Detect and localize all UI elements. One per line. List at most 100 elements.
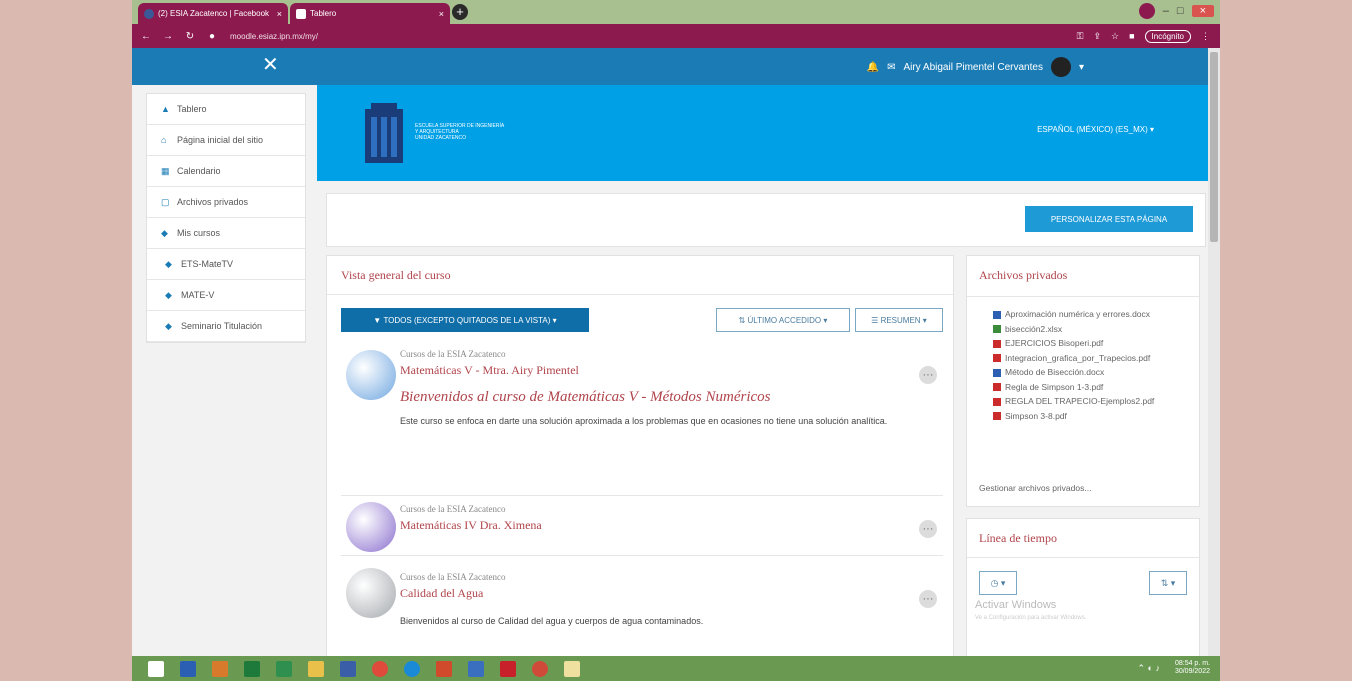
sidebar-item-label: ETS-MateTV bbox=[181, 259, 234, 269]
course-card[interactable]: Cursos de la ESIA Zacatenco Calidad del … bbox=[341, 564, 943, 664]
excel-app-icon[interactable] bbox=[244, 660, 260, 677]
chrome-icon[interactable] bbox=[532, 660, 548, 677]
file-icon: ▢ bbox=[161, 196, 170, 207]
system-clock[interactable]: 08:54 p. m. 30/09/2022 bbox=[1175, 660, 1210, 676]
star-icon[interactable]: ☆ bbox=[1111, 31, 1119, 42]
course-card[interactable]: Cursos de la ESIA Zacatenco Matemáticas … bbox=[341, 500, 943, 556]
course-menu-button[interactable]: ··· bbox=[919, 590, 937, 608]
file-item[interactable]: REGLA DEL TRAPECIO-Ejemplos2.pdf bbox=[993, 394, 1189, 409]
browser-tab-tablero[interactable]: Tablero × bbox=[290, 3, 450, 24]
app-icon[interactable] bbox=[340, 660, 356, 677]
file-item[interactable]: Integracion_grafica_por_Trapecios.pdf bbox=[993, 351, 1189, 366]
filter-dropdown[interactable]: ▼ TODOS (EXCEPTO QUITADOS DE LA VISTA) ▾ bbox=[341, 308, 589, 332]
course-menu-button[interactable]: ··· bbox=[919, 366, 937, 384]
windows-activation-watermark: Activar Windows bbox=[975, 599, 1057, 611]
browser-tab-facebook[interactable]: (2) ESIA Zacatenco | Facebook × bbox=[138, 3, 288, 24]
share-icon[interactable]: ⇪ bbox=[1093, 31, 1101, 42]
list-icon: ☰ bbox=[871, 315, 881, 325]
page-header: ESCUELA SUPERIOR DE INGENIERÍA Y ARQUITE… bbox=[317, 85, 1208, 181]
course-name[interactable]: Matemáticas IV Dra. Ximena bbox=[400, 518, 542, 533]
user-menu[interactable]: 🔔 ✉ Airy Abigail Pimentel Cervantes ▾ bbox=[867, 57, 1084, 77]
new-tab-button[interactable]: + bbox=[452, 4, 468, 20]
manage-files-link[interactable]: Gestionar archivos privados... bbox=[979, 483, 1091, 493]
back-icon[interactable]: ← bbox=[138, 31, 154, 42]
timeline-block: Línea de tiempo ◷ ▾ ⇅ ▾ Activar Windows … bbox=[966, 518, 1200, 660]
timeline-filter-button[interactable]: ◷ ▾ bbox=[979, 571, 1017, 595]
app-icon[interactable] bbox=[468, 660, 484, 677]
maximize-icon[interactable]: □ bbox=[1177, 5, 1184, 17]
chrome-icon[interactable] bbox=[372, 660, 388, 677]
block-title: Línea de tiempo bbox=[979, 531, 1057, 545]
course-category: Cursos de la ESIA Zacatenco bbox=[400, 349, 506, 359]
course-card[interactable]: Cursos de la ESIA Zacatenco Matemáticas … bbox=[341, 346, 943, 496]
sidebar-item-label: Tablero bbox=[177, 104, 207, 114]
notes-app-icon[interactable] bbox=[564, 660, 580, 677]
reload-icon[interactable]: ↻ bbox=[182, 31, 198, 42]
lock-icon: ● bbox=[208, 30, 216, 42]
acrobat-app-icon[interactable] bbox=[500, 660, 516, 677]
file-item[interactable]: bisección2.xlsx bbox=[993, 322, 1189, 337]
incognito-badge[interactable]: Incógnito bbox=[1144, 29, 1191, 43]
screen: (2) ESIA Zacatenco | Facebook × Tablero … bbox=[132, 0, 1220, 681]
forward-icon[interactable]: → bbox=[160, 31, 176, 42]
moodle-tab-icon bbox=[296, 8, 306, 19]
file-item[interactable]: Aproximación numérica y errores.docx bbox=[993, 307, 1189, 322]
sidebar-item-calendario[interactable]: ▦ Calendario bbox=[147, 156, 305, 187]
menu-icon[interactable]: ⋮ bbox=[1201, 31, 1210, 42]
sidebar-item-tablero[interactable]: ▲ Tablero bbox=[147, 94, 305, 125]
powerpoint-app-icon[interactable] bbox=[436, 660, 452, 677]
course-image[interactable] bbox=[346, 568, 396, 618]
browser-tab-bar: (2) ESIA Zacatenco | Facebook × Tablero … bbox=[132, 0, 1220, 24]
calendar-icon: ▦ bbox=[161, 165, 170, 176]
course-name[interactable]: Calidad del Agua bbox=[400, 586, 483, 601]
file-item[interactable]: Método de Bisección.docx bbox=[993, 365, 1189, 380]
course-name[interactable]: Matemáticas V - Mtra. Airy Pimentel bbox=[400, 363, 579, 378]
url-input[interactable]: moodle.esiaz.ipn.mx/my/ bbox=[230, 32, 318, 41]
user-name[interactable]: Airy Abigail Pimentel Cervantes bbox=[903, 62, 1043, 73]
sort-dropdown[interactable]: ⇅ ÚLTIMO ACCEDIDO ▾ bbox=[716, 308, 850, 332]
close-window-icon[interactable]: × bbox=[1191, 5, 1214, 17]
profile-icon[interactable] bbox=[1138, 3, 1155, 19]
course-image[interactable] bbox=[346, 502, 396, 552]
word-file-icon bbox=[993, 368, 1001, 377]
sidebar-item-archivos[interactable]: ▢ Archivos privados bbox=[147, 187, 305, 218]
sidebar-item-ets-matetv[interactable]: ◆ ETS-MateTV bbox=[147, 249, 305, 280]
minimize-icon[interactable]: – bbox=[1163, 5, 1169, 17]
view-dropdown[interactable]: ☰ RESUMEN ▾ bbox=[855, 308, 943, 332]
sidebar-item-seminario[interactable]: ◆ Seminario Titulación bbox=[147, 311, 305, 342]
avatar[interactable] bbox=[1050, 57, 1071, 77]
course-category: Cursos de la ESIA Zacatenco bbox=[400, 572, 506, 582]
course-menu-button[interactable]: ··· bbox=[919, 520, 937, 538]
tab-close-icon[interactable]: × bbox=[277, 9, 282, 19]
store-app-icon[interactable] bbox=[276, 660, 292, 677]
system-tray-icons[interactable]: ⌃ ◐ ♪ bbox=[1138, 663, 1160, 674]
bell-icon[interactable]: 🔔 bbox=[867, 62, 879, 73]
customise-page-button[interactable]: PERSONALIZAR ESTA PÁGINA bbox=[1025, 206, 1193, 232]
page-scrollbar[interactable] bbox=[1208, 48, 1220, 656]
sidebar-item-label: Seminario Titulación bbox=[181, 321, 263, 331]
close-drawer-icon[interactable]: ✕ bbox=[262, 52, 279, 76]
tab-close-icon[interactable]: × bbox=[439, 9, 444, 19]
pdf-file-icon bbox=[993, 354, 1001, 363]
timeline-sort-button[interactable]: ⇅ ▾ bbox=[1149, 571, 1187, 595]
block-title: Vista general del curso bbox=[341, 268, 451, 282]
course-image[interactable] bbox=[346, 350, 396, 400]
file-item[interactable]: Regla de Simpson 1-3.pdf bbox=[993, 380, 1189, 395]
edge-icon[interactable] bbox=[404, 660, 420, 677]
media-app-icon[interactable] bbox=[212, 660, 228, 677]
scrollbar-thumb[interactable] bbox=[1210, 52, 1218, 242]
file-explorer-icon[interactable] bbox=[308, 660, 324, 677]
file-item[interactable]: EJERCICIOS Bisoperi.pdf bbox=[993, 336, 1189, 351]
extensions-icon[interactable]: ■ bbox=[1129, 31, 1134, 41]
sidebar-item-mis-cursos[interactable]: ◆ Mis cursos bbox=[147, 218, 305, 249]
sidebar-item-inicio[interactable]: ⌂ Página inicial del sitio bbox=[147, 125, 305, 156]
key-icon[interactable]: ⚿ bbox=[1077, 31, 1084, 42]
chat-icon[interactable]: ✉ bbox=[887, 62, 895, 73]
word-app-icon[interactable] bbox=[180, 660, 196, 677]
sidebar-item-mate-v[interactable]: ◆ MATE-V bbox=[147, 280, 305, 311]
language-menu[interactable]: ESPAÑOL (MÉXICO) (ES_MX) ▾ bbox=[1037, 125, 1154, 134]
windows-start-icon[interactable] bbox=[148, 660, 164, 677]
file-item[interactable]: Simpson 3-8.pdf bbox=[993, 409, 1189, 424]
course-summary: Este curso se enfoca en darte una soluci… bbox=[400, 416, 888, 426]
chevron-down-icon[interactable]: ▾ bbox=[1079, 62, 1084, 73]
